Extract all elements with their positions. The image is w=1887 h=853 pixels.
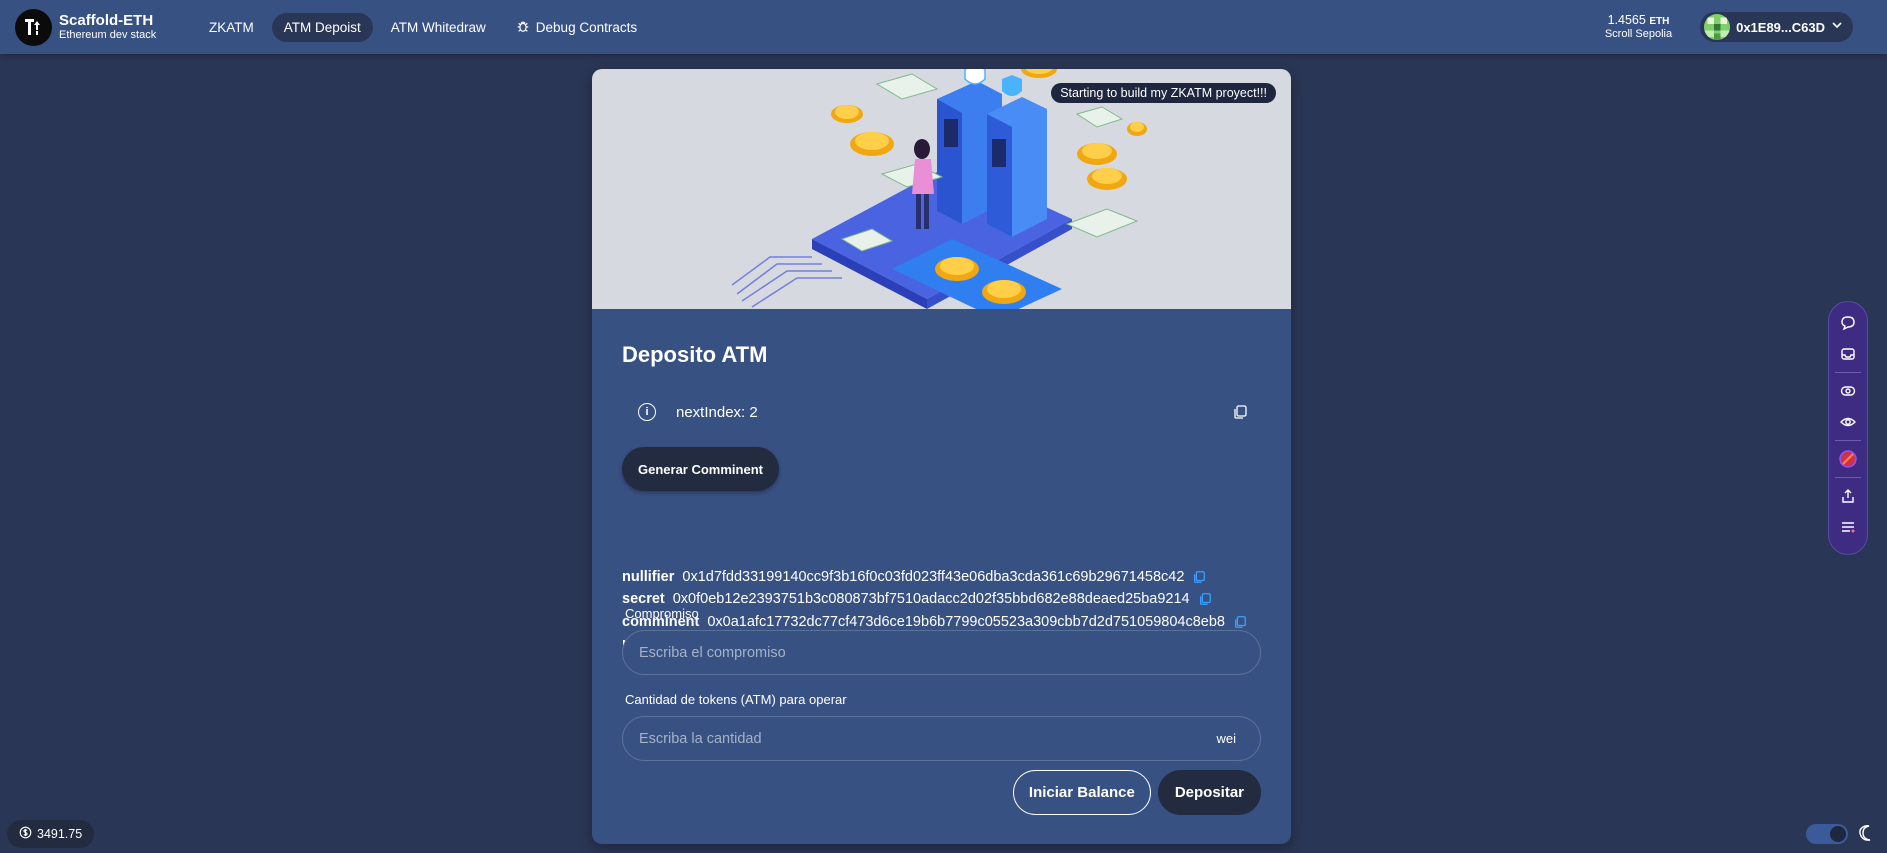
chat-icon[interactable]: [1839, 314, 1857, 332]
copy-icon[interactable]: [1232, 404, 1248, 420]
nullifier-value: 0x1d7fdd33199140cc9f3b16f0c03fd023ff43e0…: [682, 569, 1185, 585]
atm-illustration: Starting to build my ZKATM proyect!!!: [592, 69, 1291, 309]
secret-row: secret 0x0f0eb12e2393751b3c080873bf7510a…: [622, 591, 1212, 607]
eye-off-icon[interactable]: [1839, 382, 1857, 400]
scaffold-logo-icon: [15, 8, 52, 46]
commitment-row: comminent 0x0a1afc17732dc77cf473d6ce19b6…: [622, 614, 1247, 630]
secret-value: 0x0f0eb12e2393751b3c080873bf7510adacc2d0…: [672, 591, 1190, 607]
top-navbar: Scaffold-ETH Ethereum dev stack ZKATM AT…: [0, 0, 1887, 54]
compromiso-field[interactable]: [622, 630, 1261, 675]
cantidad-label: Cantidad de tokens (ATM) para operar: [625, 692, 847, 707]
nav-atm-deposit[interactable]: ATM Depoist: [271, 12, 373, 42]
nav-zkatm[interactable]: ZKATM: [197, 13, 266, 42]
next-index-alert: i nextIndex: 2: [638, 400, 1248, 424]
balance-unit: ETH: [1649, 16, 1670, 28]
brand-title: Scaffold-ETH: [59, 12, 154, 30]
account-button[interactable]: 0x1E89...C63D: [1700, 12, 1853, 42]
secret-key: secret: [622, 591, 665, 607]
next-index-label: nextIndex: 2: [676, 403, 758, 421]
balance-value: 1.4565: [1607, 13, 1646, 28]
cantidad-input[interactable]: [639, 730, 1217, 747]
nav-debug-label: Debug Contracts: [535, 19, 638, 35]
copy-icon[interactable]: [1192, 570, 1206, 584]
copy-icon[interactable]: [1233, 615, 1247, 629]
action-buttons: Iniciar Balance Depositar: [1012, 770, 1261, 815]
copy-icon[interactable]: [1198, 592, 1212, 606]
nav-debug-contracts[interactable]: Debug Contracts: [504, 12, 649, 43]
divider: [1835, 440, 1861, 441]
dollar-icon: [19, 826, 32, 842]
generate-commitment-button[interactable]: Generar Comminent: [622, 447, 779, 491]
brand[interactable]: Scaffold-ETH Ethereum dev stack: [15, 8, 185, 46]
card-title: Deposito ATM: [622, 342, 768, 367]
info-icon: i: [638, 403, 656, 421]
bug-icon: [516, 19, 530, 36]
compromiso-label: Compromiso: [625, 606, 699, 621]
nav-atm-withdraw[interactable]: ATM Whitedraw: [379, 13, 498, 42]
eth-balance: 1.4565 ETH Scroll Sepolia: [1605, 13, 1672, 40]
hero-badge: Starting to build my ZKATM proyect!!!: [1051, 83, 1276, 103]
avatar-icon[interactable]: [1839, 450, 1857, 468]
iniciar-balance-button[interactable]: Iniciar Balance: [1012, 770, 1151, 815]
eth-price-value: 3491.75: [37, 827, 83, 841]
inbox-icon[interactable]: [1839, 345, 1857, 363]
compromiso-input[interactable]: [639, 644, 1244, 661]
cantidad-field[interactable]: wei: [622, 716, 1261, 761]
share-icon[interactable]: [1839, 487, 1857, 505]
menu-icon[interactable]: [1839, 518, 1857, 536]
commitment-value: 0x0a1afc17732dc77cf473d6ce19b6b7799c0552…: [707, 614, 1225, 630]
avatar: [1704, 14, 1731, 40]
unit-suffix: wei: [1216, 731, 1236, 746]
account-address: 0x1E89...C63D: [1736, 19, 1825, 35]
deposit-card: Starting to build my ZKATM proyect!!! De…: [592, 69, 1291, 844]
side-toolbar: [1828, 301, 1868, 555]
nullifier-key: nullifier: [622, 569, 675, 585]
theme-toggle[interactable]: [1806, 824, 1848, 844]
divider: [1835, 477, 1861, 478]
moon-icon: [1858, 824, 1876, 842]
main-nav: ZKATM ATM Depoist ATM Whitedraw Debug Co…: [197, 12, 649, 43]
eth-price-badge[interactable]: 3491.75: [7, 820, 95, 848]
depositar-button[interactable]: Depositar: [1157, 770, 1261, 815]
brand-subtitle: Ethereum dev stack: [59, 29, 157, 42]
network-name: Scroll Sepolia: [1604, 27, 1673, 40]
chevron-down-icon: [1831, 18, 1843, 36]
toggle-knob: [1830, 826, 1846, 842]
nullifier-row: nullifier 0x1d7fdd33199140cc9f3b16f0c03f…: [622, 569, 1206, 585]
divider: [1835, 372, 1861, 373]
eye-icon[interactable]: [1839, 413, 1857, 431]
